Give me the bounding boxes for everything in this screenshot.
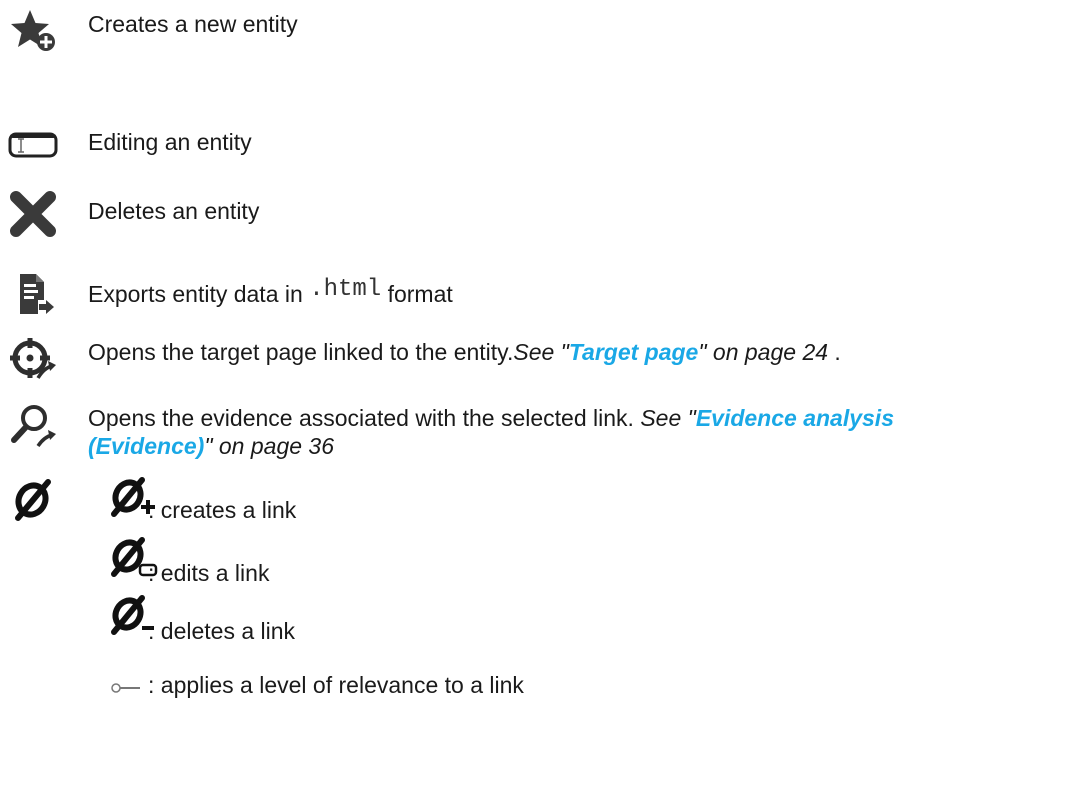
row-edit-entity: Editing an entity [0, 118, 1087, 178]
see-ref-suffix: " on page 24 [698, 339, 829, 365]
row-text: Deletes an entity [88, 198, 260, 224]
magnifier-open-icon [11, 405, 56, 448]
link-item-text: : creates a link [148, 497, 297, 523]
relevance-slider-icon [111, 683, 140, 693]
link-item-text: : applies a level of relevance to a link [148, 672, 524, 698]
row-text: Editing an entity [88, 129, 252, 155]
row-text: Exports entity data in .html format [88, 276, 453, 311]
row-target-page: Opens the target page linked to the enti… [0, 328, 1087, 388]
star-plus-icon [11, 10, 55, 51]
target-tail: . [828, 339, 841, 365]
link-item-edit: : edits a link [110, 530, 430, 590]
row-text: Opens the target page linked to the enti… [88, 338, 841, 367]
evidence-analysis-link-cont[interactable]: (Evidence) [88, 433, 204, 459]
target-open-icon [10, 338, 56, 379]
evidence-analysis-link[interactable]: Evidence analysis [696, 405, 894, 431]
help-page: Creates a new entity Editing an entity D… [0, 0, 1087, 801]
cross-icon [10, 191, 56, 237]
evidence-text: Opens the evidence associated with the s… [88, 405, 641, 431]
see-ref-suffix: " on page 36 [204, 433, 334, 459]
row-create-entity: Creates a new entity [0, 0, 1087, 60]
link-item-delete: : deletes a link [110, 588, 430, 648]
link-icon [15, 479, 51, 521]
link-item-create: : creates a link [110, 470, 430, 530]
see-ref-prefix: See " [513, 339, 569, 365]
text-field-icon [8, 132, 58, 158]
see-ref-prefix: See " [640, 405, 696, 431]
export-text-after: format [381, 281, 453, 307]
row-export-entity: Exports entity data in .html format [0, 268, 1087, 328]
row-text: Creates a new entity [88, 11, 298, 37]
link-item-relevance: : applies a level of relevance to a link [110, 672, 670, 712]
link-item-text: : edits a link [148, 560, 270, 586]
row-text: Opens the evidence associated with the s… [88, 404, 894, 460]
target-text: Opens the target page linked to the enti… [88, 339, 514, 365]
row-delete-entity: Deletes an entity [0, 175, 1087, 245]
link-item-text: : deletes a link [148, 618, 296, 644]
format-code: .html [309, 276, 382, 303]
target-page-link[interactable]: Target page [569, 339, 699, 365]
export-document-icon [20, 274, 54, 314]
export-text-before: Exports entity data in [88, 281, 310, 307]
